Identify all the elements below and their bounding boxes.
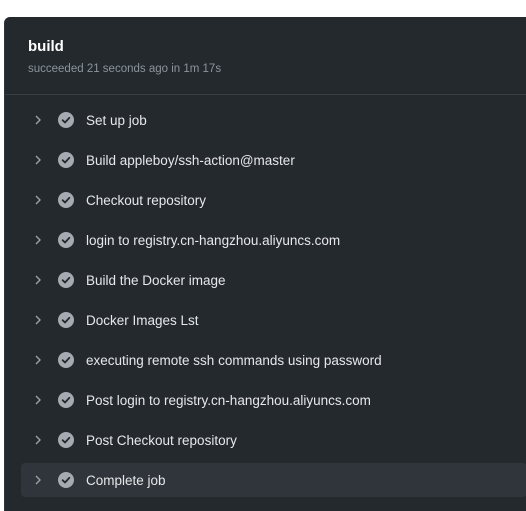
step-row[interactable]: Checkout repository <box>21 183 526 217</box>
check-circle-icon <box>58 392 74 408</box>
step-label: executing remote ssh commands using pass… <box>86 352 382 368</box>
check-circle-icon <box>58 152 74 168</box>
step-row[interactable]: Set up job <box>21 103 526 137</box>
step-row[interactable]: Complete job <box>21 463 526 497</box>
step-list: Set up job Build appleboy/ssh-action@mas… <box>5 95 526 497</box>
chevron-right-icon[interactable] <box>33 235 43 245</box>
step-row[interactable]: Build the Docker image <box>21 263 526 297</box>
step-label: Build the Docker image <box>86 272 226 288</box>
step-row[interactable]: executing remote ssh commands using pass… <box>21 343 526 377</box>
check-circle-icon <box>58 312 74 328</box>
step-label: Complete job <box>86 472 166 488</box>
chevron-right-icon[interactable] <box>33 355 43 365</box>
step-label: Checkout repository <box>86 192 207 208</box>
check-circle-icon <box>58 472 74 488</box>
chevron-right-icon[interactable] <box>33 195 43 205</box>
chevron-right-icon[interactable] <box>33 155 43 165</box>
step-label: Build appleboy/ssh-action@master <box>86 152 295 168</box>
step-label: Docker Images Lst <box>86 312 199 328</box>
chevron-right-icon[interactable] <box>33 395 43 405</box>
check-circle-icon <box>58 192 74 208</box>
step-row[interactable]: login to registry.cn-hangzhou.aliyuncs.c… <box>21 223 526 257</box>
check-circle-icon <box>58 112 74 128</box>
step-row[interactable]: Post login to registry.cn-hangzhou.aliyu… <box>21 383 526 417</box>
chevron-right-icon[interactable] <box>33 435 43 445</box>
job-header: build succeeded 21 seconds ago in 1m 17s <box>5 17 526 95</box>
step-row[interactable]: Docker Images Lst <box>21 303 526 337</box>
job-panel: build succeeded 21 seconds ago in 1m 17s… <box>4 17 526 511</box>
chevron-right-icon[interactable] <box>33 475 43 485</box>
job-status: succeeded 21 seconds ago in 1m 17s <box>28 63 222 75</box>
step-label: Set up job <box>86 112 147 128</box>
step-label: login to registry.cn-hangzhou.aliyuncs.c… <box>86 232 341 248</box>
step-label: Post login to registry.cn-hangzhou.aliyu… <box>86 392 371 408</box>
step-label: Post Checkout repository <box>86 432 237 448</box>
step-row[interactable]: Build appleboy/ssh-action@master <box>21 143 526 177</box>
chevron-right-icon[interactable] <box>33 115 43 125</box>
step-row[interactable]: Post Checkout repository <box>21 423 526 457</box>
check-circle-icon <box>58 432 74 448</box>
job-title: build <box>28 38 64 55</box>
check-circle-icon <box>58 232 74 248</box>
chevron-right-icon[interactable] <box>33 315 43 325</box>
check-circle-icon <box>58 272 74 288</box>
check-circle-icon <box>58 352 74 368</box>
chevron-right-icon[interactable] <box>33 275 43 285</box>
